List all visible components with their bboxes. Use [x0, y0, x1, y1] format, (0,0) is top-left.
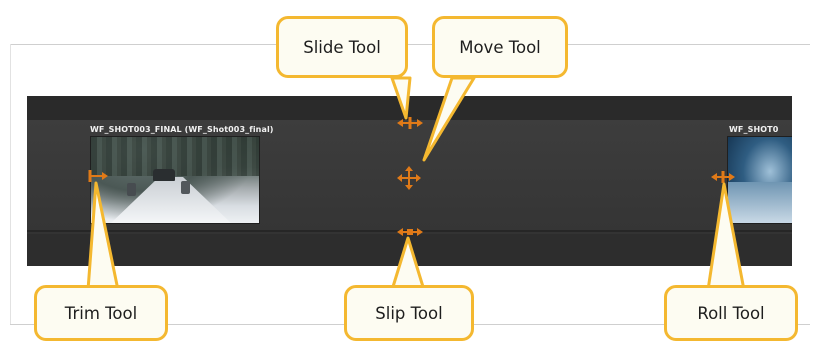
- trim-tool-callout: Trim Tool: [34, 285, 168, 341]
- roll-callout-pointer: [706, 182, 746, 292]
- move-callout-pointer: [422, 76, 476, 162]
- slip-tool-callout: Slip Tool: [344, 285, 474, 341]
- move-tool-callout: Move Tool: [432, 16, 568, 78]
- slide-callout-pointer: [390, 76, 412, 120]
- trim-callout-pointer: [86, 181, 120, 292]
- slide-tool-callout: Slide Tool: [276, 16, 408, 78]
- slip-callout-pointer: [390, 236, 426, 292]
- roll-tool-callout: Roll Tool: [664, 285, 798, 341]
